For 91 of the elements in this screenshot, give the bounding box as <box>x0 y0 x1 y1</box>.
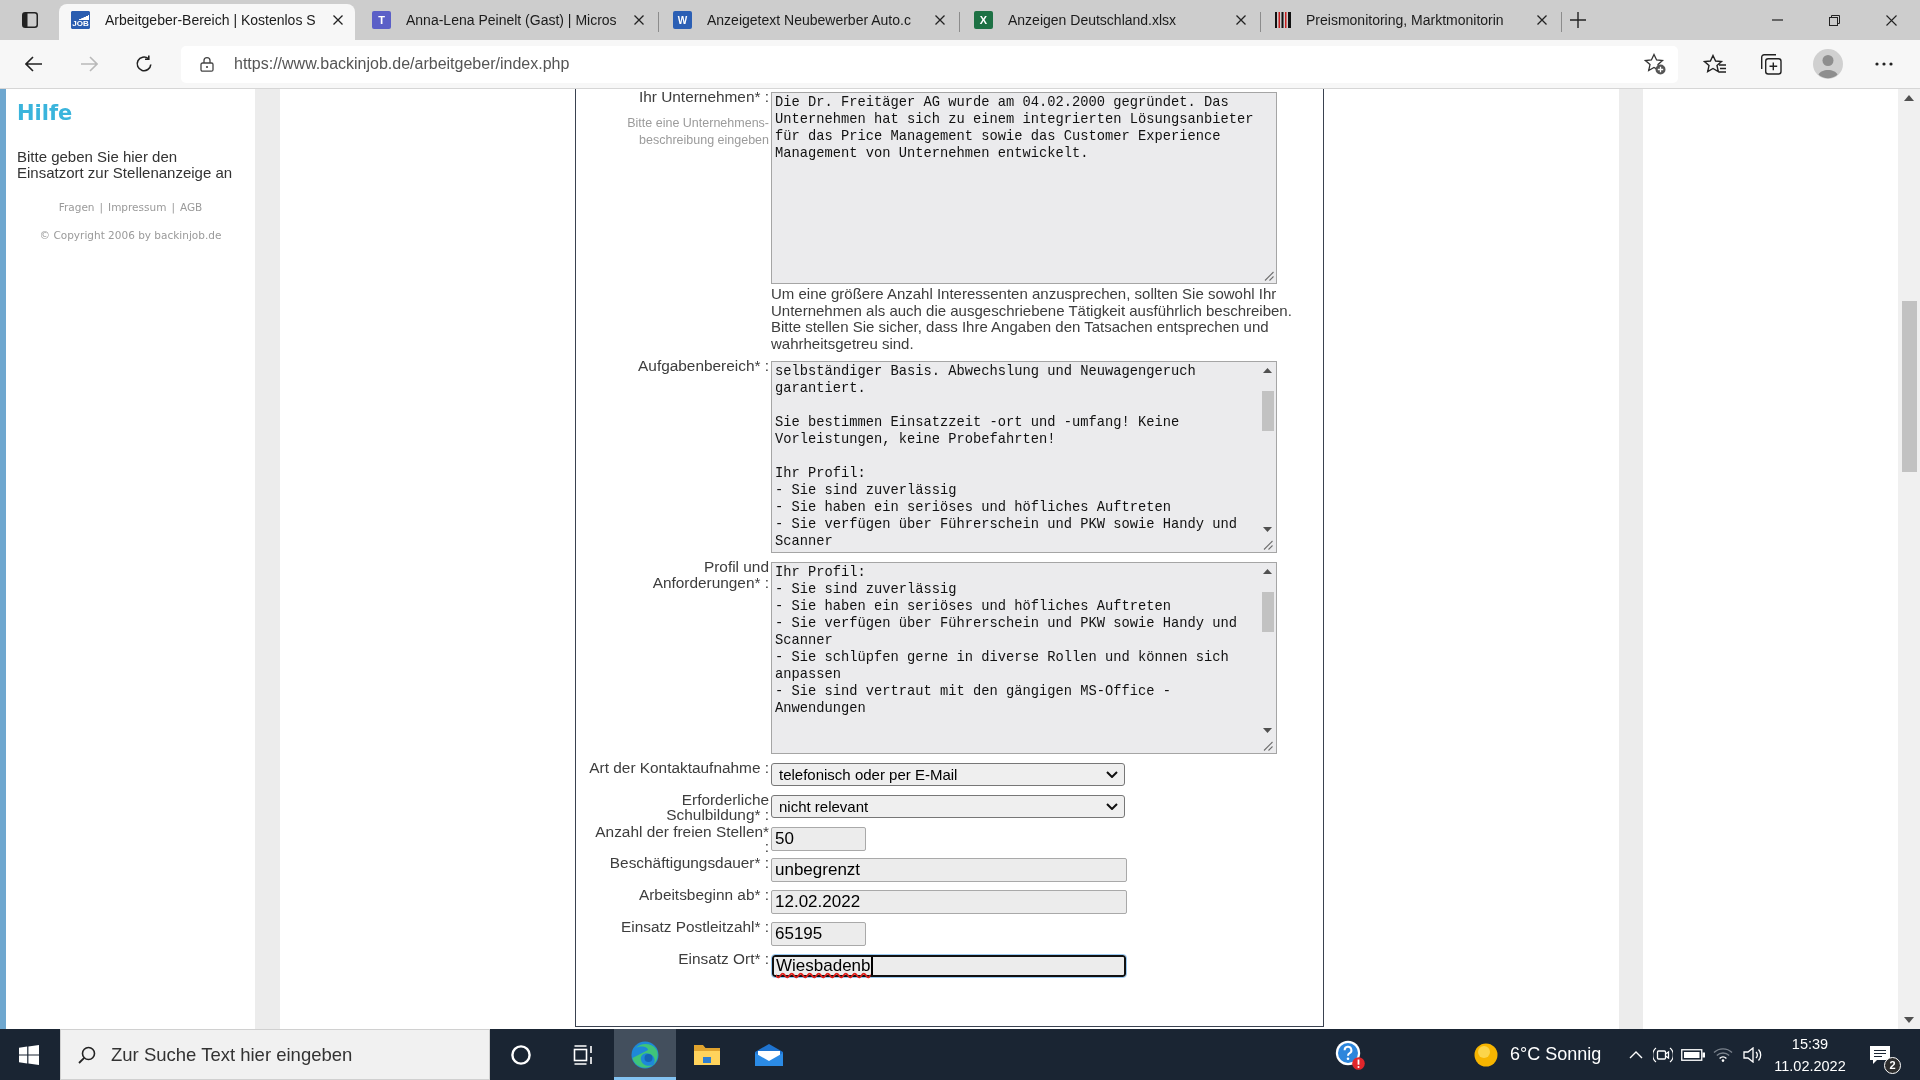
avatar-icon[interactable] <box>1812 49 1843 79</box>
notification-icon[interactable] <box>1869 1044 1891 1065</box>
star-list-icon[interactable] <box>1702 54 1727 74</box>
weather-text[interactable]: 6°C Sonnig <box>1510 1044 1608 1065</box>
scroll-up-icon[interactable] <box>1263 569 1272 574</box>
scrollbar[interactable] <box>1898 89 1920 1029</box>
scrollbar-thumb[interactable] <box>1261 391 1274 431</box>
dropdown[interactable]: nicht relevant <box>771 794 1125 818</box>
textarea-field[interactable]: selbständiger Basis. Abwechslung und Neuwagengeruch garantiert. Sie bestimmen Einsatzzeit -ort und -umfang! Keine Vorleistungen, keine Probefahrten! Ihr Profil: - Sie sind zuverlässig - Sie haben ein seriöses und höfliches Auftreten - Sie verfügen über Führerschein und PKW sowie Handy und Scanner <box>771 361 1277 553</box>
textarea-field[interactable]: Ihr Profil: - Sie sind zuverlässig - Sie haben ein seriöses und höfliches Auftreten - Sie verfügen über Führerschein und PKW sowie Handy und Scanner - Sie schlüpfen gerne in diverse Rollen und können sich anpassen - Sie sind vertraut mit den gängigen MS-Office - Anwendungen <box>771 562 1277 754</box>
speaker-icon[interactable] <box>1743 1046 1763 1063</box>
close-icon[interactable] <box>634 15 644 25</box>
search-field[interactable]: Zur Suche Text hier eingeben <box>60 1029 490 1080</box>
wifi-icon[interactable] <box>1713 1047 1733 1062</box>
text-input[interactable]: unbegrenzt <box>771 858 1127 883</box>
restore-icon[interactable] <box>1829 14 1840 26</box>
field-label: Art der Kontaktaufnahme : <box>588 760 769 776</box>
field-label: Anzahl der freien Stellen* : <box>594 823 769 855</box>
scroll-down-icon[interactable] <box>1263 728 1272 733</box>
scroll-down-icon[interactable] <box>1904 1017 1914 1023</box>
text-cursor-icon <box>870 956 873 975</box>
field-label: Einsatz Ort* : <box>677 950 769 967</box>
envelope-icon <box>755 1043 783 1066</box>
scrollbar-thumb[interactable] <box>1261 592 1274 632</box>
close-icon[interactable] <box>935 15 945 25</box>
field-label: Aufgabenbereich* : <box>637 358 769 374</box>
text-input[interactable]: Wiesbadenb <box>771 953 1127 978</box>
link-separator: | <box>171 200 175 214</box>
field-label: Profil und Anforderungen* : <box>651 559 769 590</box>
textarea-field[interactable]: Die Dr. Freitäger AG wurde am 04.02.2000 gegründet. Das Unternehmen hat sich zu einem integrierten Lösungsanbieter für das Price Management sowie das Customer Experience Management von Unternehmen entwickelt. <box>771 92 1277 284</box>
field-label: Einsatz Postleitzahl* : <box>620 919 769 935</box>
browser-tab[interactable]: JOB Arbeitgeber-Bereich | Kostenlos S <box>59 4 355 40</box>
clock-date[interactable]: 11.02.2022 <box>1774 1054 1846 1077</box>
plus-icon[interactable] <box>1570 12 1586 28</box>
address-bar[interactable]: https://www.backinjob.de/arbeitgeber/index.php <box>181 45 1678 83</box>
scroll-up-icon[interactable] <box>1904 95 1914 101</box>
more-icon[interactable] <box>1875 62 1893 66</box>
text-input[interactable]: 65195 <box>771 922 866 946</box>
resize-handle-icon[interactable] <box>1262 540 1273 550</box>
close-icon[interactable] <box>1886 14 1897 26</box>
task-view-icon <box>573 1044 593 1065</box>
field-label: Ihr Unternehmen* : <box>637 89 769 105</box>
clock-time[interactable]: 15:39 <box>1791 1032 1829 1055</box>
ring-icon <box>511 1044 531 1065</box>
back-arrow-icon[interactable] <box>25 56 43 72</box>
close-icon[interactable] <box>1537 15 1547 25</box>
help-icon[interactable] <box>1335 1039 1365 1070</box>
favicon: X <box>974 11 993 29</box>
scrollbar-thumb[interactable] <box>1901 301 1917 472</box>
chevron-down-icon <box>1106 802 1118 810</box>
text-input[interactable]: 50 <box>771 826 866 851</box>
field-label: Beschäftigungsdauer* : <box>608 855 769 871</box>
resize-handle-icon[interactable] <box>1262 741 1273 751</box>
browser-tab[interactable]: Preismonitoring, Marktmonitorin <box>1263 4 1559 40</box>
field-label: Erforderliche Schulbildung* : <box>665 791 769 823</box>
search-icon <box>78 1045 96 1064</box>
resize-handle-icon[interactable] <box>1264 271 1274 281</box>
star-plus-icon[interactable] <box>1644 53 1666 75</box>
link-separator: | <box>99 200 104 214</box>
sun-icon[interactable] <box>1474 1042 1498 1067</box>
close-icon[interactable] <box>1236 15 1246 25</box>
close-icon[interactable] <box>333 15 343 25</box>
refresh-icon[interactable] <box>135 55 153 73</box>
window-icon[interactable] <box>21 12 38 28</box>
field-label: Arbeitsbeginn ab* : <box>637 887 769 903</box>
chevron-down-icon <box>1106 771 1118 778</box>
scroll-down-icon[interactable] <box>1263 527 1272 532</box>
copyright-text: © Copyright 2006 by backinjob.de <box>38 228 223 242</box>
text-input[interactable]: 12.02.2022 <box>771 890 1127 915</box>
info-text: Um eine größere Anzahl Interessenten anzusprechen, sollten Sie sowohl Ihr Unternehmen als auch die ausgeschriebene Tätigkeit ausführlich beschreiben. Bitte stellen Sie sicher, dass Ihre Angaben den Tatsachen entsprechen und wahrheitsgetreu sind. <box>771 286 1293 352</box>
scroll-up-icon[interactable] <box>1263 368 1272 373</box>
video-camera-icon[interactable] <box>1653 1045 1673 1064</box>
browser-tab[interactable]: T Anna-Lena Peinelt (Gast) | Micros <box>360 4 656 40</box>
help-text: Bitte geben Sie hier den Einsatzort zur Stellenanzeige an <box>17 149 234 180</box>
favicon: JOB <box>71 11 90 29</box>
favicon: T <box>372 11 391 29</box>
chevron-up-icon[interactable] <box>1629 1050 1643 1059</box>
folder-icon <box>693 1043 721 1066</box>
stripes-icon <box>1275 12 1291 28</box>
dropdown[interactable]: telefonisch oder per E-Mail <box>771 763 1125 786</box>
field-hint: Bitte eine Unternehmens-beschreibung eingeben <box>626 114 769 149</box>
browser-tab[interactable]: X Anzeigen Deutschland.xlsx <box>962 4 1258 40</box>
browser-tab[interactable]: W Anzeigetext Neubewerber Auto.c <box>661 4 957 40</box>
four-panes-icon <box>19 1044 39 1065</box>
help-title: Hilfe <box>17 101 74 126</box>
lock-icon <box>200 56 214 72</box>
notification-badge: 2 <box>1884 1057 1901 1074</box>
swirl-icon <box>631 1040 659 1069</box>
battery-icon[interactable] <box>1681 1048 1705 1061</box>
favicon: W <box>673 11 692 29</box>
stacked-squares-plus-icon[interactable] <box>1760 53 1782 75</box>
